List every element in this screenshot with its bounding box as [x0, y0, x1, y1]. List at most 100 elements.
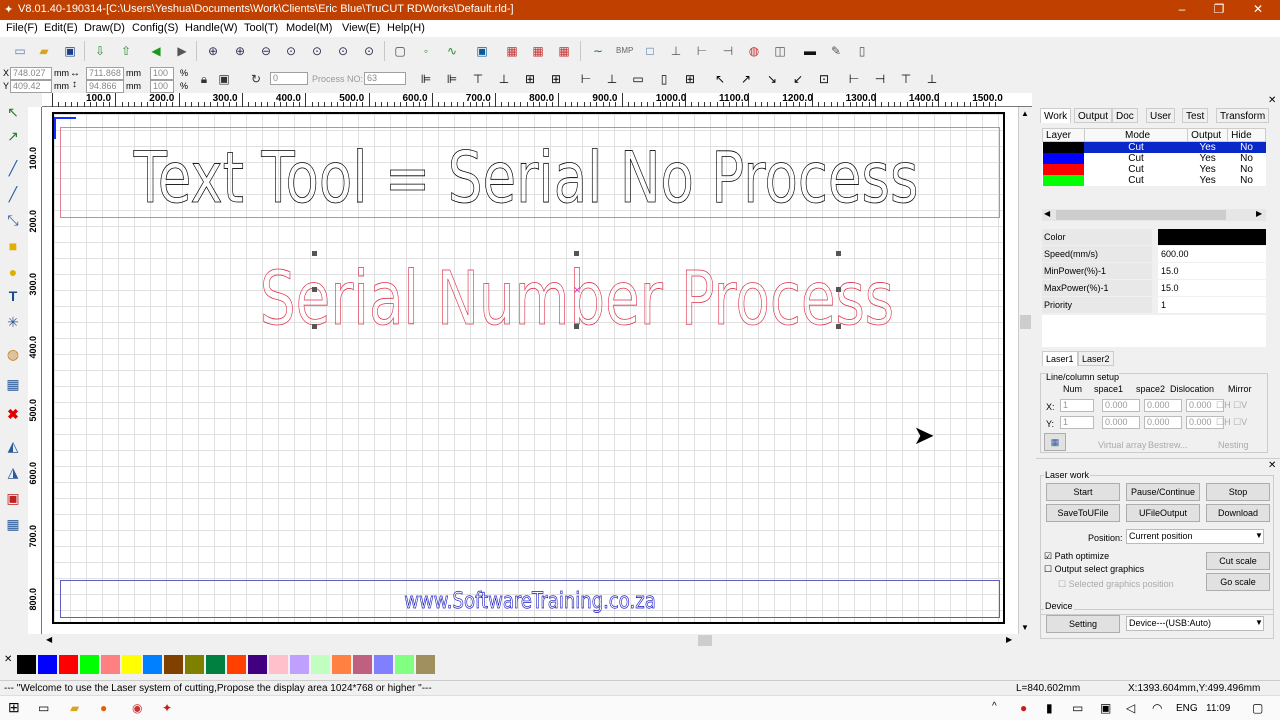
mirror-x-checks[interactable]: ☐H ☐V — [1216, 400, 1247, 411]
array-x-num[interactable]: 1 — [1060, 399, 1094, 412]
rdworks-taskbar-icon[interactable]: ✦ — [162, 701, 172, 715]
align-left-icon[interactable]: ⊫ — [418, 71, 434, 87]
dot-tool-icon[interactable]: ✳ — [4, 313, 22, 331]
tray-expand-icon[interactable]: ^ — [992, 701, 997, 712]
tab-laser2[interactable]: Laser2 — [1078, 351, 1114, 366]
move-br-icon[interactable]: ↘ — [764, 71, 780, 87]
tab-output[interactable]: Output — [1074, 108, 1113, 123]
tab-user[interactable]: User — [1146, 108, 1176, 123]
output-icon[interactable]: ▣ — [4, 489, 22, 507]
align-hcenter-icon[interactable]: ⊞ — [522, 71, 538, 87]
layer-output[interactable]: Yes — [1188, 153, 1228, 164]
mirror-v-icon[interactable]: ◮ — [4, 463, 22, 481]
layer-scroll-thumb[interactable] — [1056, 210, 1226, 220]
array-grid-button[interactable]: ▦ — [1044, 433, 1066, 451]
menu-help[interactable]: Help(H) — [387, 22, 425, 34]
palette-swatch[interactable] — [101, 655, 120, 674]
ufile-output-button[interactable]: UFileOutput — [1126, 504, 1200, 522]
nesting-button[interactable]: Nesting — [1218, 440, 1249, 450]
delete-icon[interactable]: ✖ — [4, 405, 22, 423]
tray-clock[interactable]: 11:09 — [1206, 703, 1230, 714]
panel-icon[interactable]: ◫ — [772, 43, 788, 59]
palette-swatch[interactable] — [17, 655, 36, 674]
layer-row[interactable]: Cut Yes No — [1042, 153, 1266, 164]
same-width-icon[interactable]: ⊢ — [578, 71, 594, 87]
horizontal-scroll-thumb[interactable] — [698, 635, 712, 646]
prop-priority[interactable]: Priority 1 — [1042, 297, 1266, 314]
prop-color[interactable]: Color — [1042, 229, 1266, 246]
prop-minpower-value[interactable]: 15.0 — [1158, 263, 1266, 279]
start-button[interactable]: Start — [1046, 483, 1120, 501]
tab-test[interactable]: Test — [1182, 108, 1209, 123]
go-scale-button[interactable]: Go scale — [1206, 573, 1270, 591]
tray-wifi-icon[interactable]: ◠ — [1152, 701, 1162, 715]
tab-transform[interactable]: Transform — [1216, 108, 1270, 123]
prop-priority-value[interactable]: 1 — [1158, 297, 1266, 313]
array-x-space2[interactable]: 0.000 — [1144, 399, 1182, 412]
same-height-icon[interactable]: ⊥ — [604, 71, 620, 87]
mirror-y-checks[interactable]: ☐H ☐V — [1216, 417, 1247, 428]
bestrew-button[interactable]: Bestrew... — [1148, 440, 1188, 450]
rectangle-tool-icon[interactable]: ■ — [4, 237, 22, 255]
palette-swatch[interactable] — [416, 655, 435, 674]
move-tl-icon[interactable]: ↖ — [712, 71, 728, 87]
align-top-icon[interactable]: ⊤ — [470, 71, 486, 87]
layer-color-swatch[interactable] — [1042, 153, 1085, 164]
path-optimize-checkbox[interactable]: ☑ Path optimize — [1044, 551, 1109, 562]
node-icon[interactable]: ◦ — [418, 43, 434, 59]
layer-hscroll[interactable]: ◀ ▶ — [1042, 209, 1266, 221]
layer-scroll-right-icon[interactable]: ▶ — [1256, 209, 1262, 218]
scroll-down-icon[interactable]: ▼ — [1021, 623, 1029, 632]
smooth-icon[interactable]: ∼ — [590, 43, 606, 59]
laser-panel-close-icon[interactable]: ✕ — [1268, 460, 1276, 471]
array-y-space1[interactable]: 0.000 — [1102, 416, 1140, 429]
selected-position-checkbox[interactable]: ☐ Selected graphics position — [1058, 579, 1174, 590]
notification-icon[interactable]: ▢ — [1252, 701, 1263, 715]
palette-swatch[interactable] — [206, 655, 225, 674]
layer-mode[interactable]: Cut — [1084, 153, 1187, 164]
panel-close-icon[interactable]: ✕ — [1268, 95, 1276, 106]
minimize-button[interactable]: – — [1172, 2, 1192, 16]
camera-icon[interactable]: ▬ — [802, 43, 818, 59]
array-y-space2[interactable]: 0.000 — [1144, 416, 1182, 429]
layer-row[interactable]: Cut Yes No — [1042, 164, 1266, 175]
scale-x-field[interactable]: 100 — [150, 67, 174, 80]
process-no-field[interactable]: 63 — [364, 72, 406, 85]
serial-number-process-text[interactable]: Serial Number Process — [260, 256, 895, 342]
align-center-icon[interactable]: ▯ — [656, 71, 672, 87]
zoom-fit-icon[interactable]: ⊙ — [283, 43, 299, 59]
firefox-icon[interactable]: ● — [100, 701, 107, 715]
layer-hide[interactable]: No — [1227, 141, 1266, 153]
no-color-icon[interactable]: ✕ — [4, 654, 12, 665]
canvas-area[interactable]: Text Tool = Serial No Process Serial Num… — [42, 107, 1019, 634]
website-text[interactable]: www.SoftwareTraining.co.za — [404, 587, 656, 614]
tray-network-icon[interactable]: ▣ — [1100, 701, 1111, 715]
array3-icon[interactable]: ▦ — [556, 43, 572, 59]
align-right-icon[interactable]: ⊫ — [444, 71, 460, 87]
serial-no-text[interactable]: Text Tool = Serial No Process — [132, 137, 919, 219]
frame-icon[interactable]: ▢ — [392, 43, 408, 59]
palette-swatch[interactable] — [38, 655, 57, 674]
menu-view[interactable]: View(E) — [342, 22, 380, 34]
tree-icon[interactable]: ⊥ — [668, 43, 684, 59]
tray-volume-icon[interactable]: ◁ — [1126, 701, 1135, 715]
palette-swatch[interactable] — [248, 655, 267, 674]
output-select-checkbox[interactable]: ☐ Output select graphics — [1044, 564, 1144, 575]
layer-output[interactable]: Yes — [1188, 164, 1228, 175]
pause-continue-button[interactable]: Pause/Continue — [1126, 483, 1200, 501]
curve-icon[interactable]: ∿ — [444, 43, 460, 59]
download-button[interactable]: Download — [1206, 504, 1270, 522]
tab-work[interactable]: Work — [1040, 108, 1072, 123]
palette-swatch[interactable] — [59, 655, 78, 674]
layer-row[interactable]: Cut Yes No — [1042, 175, 1266, 186]
undo-icon[interactable]: ◀ — [148, 43, 164, 59]
menu-config[interactable]: Config(S) — [132, 22, 178, 34]
position-select[interactable]: Current position — [1126, 529, 1264, 544]
import-icon[interactable]: ⇩ — [92, 43, 108, 59]
device-dropdown-icon[interactable]: ▼ — [1255, 618, 1263, 627]
tray-battery-icon[interactable]: ▭ — [1072, 701, 1083, 715]
layer-mode[interactable]: Cut — [1084, 164, 1187, 175]
height-field[interactable]: 94.866 — [86, 80, 124, 93]
prop-color-value[interactable] — [1158, 229, 1266, 245]
move-tr-icon[interactable]: ↗ — [738, 71, 754, 87]
